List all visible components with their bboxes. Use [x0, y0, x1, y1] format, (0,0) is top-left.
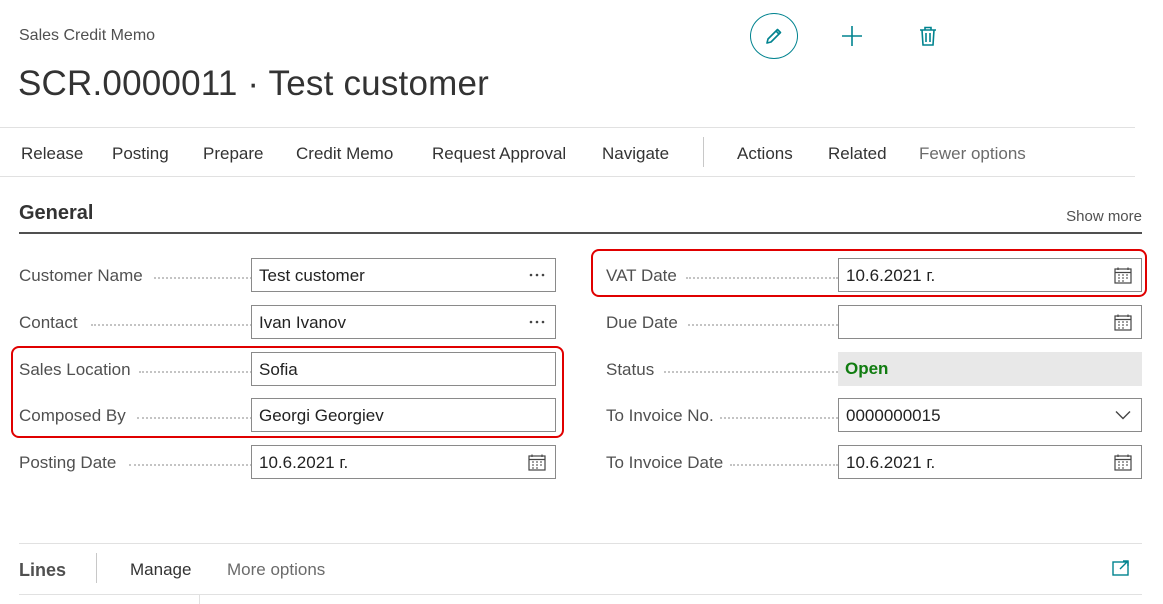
page-caption: Sales Credit Memo: [19, 27, 156, 44]
lines-toolbar-divider: [96, 553, 97, 583]
vat-date-label: VAT Date: [606, 266, 677, 285]
due-date-field: Due Date: [606, 305, 1142, 339]
leader-dots: [686, 277, 838, 279]
credit-memo-menu[interactable]: Credit Memo: [296, 144, 393, 164]
to-invoice-date-label: To Invoice Date: [606, 453, 724, 472]
posting-menu[interactable]: Posting: [112, 144, 169, 164]
sales-location-value: Sofia: [259, 360, 298, 379]
calendar-icon: [1114, 454, 1132, 471]
lines-section-title: Lines: [19, 560, 67, 580]
customer-name-field: Customer Name Test customer: [19, 258, 556, 292]
request-approval-menu[interactable]: Request Approval: [432, 144, 566, 164]
prepare-menu[interactable]: Prepare: [203, 144, 263, 164]
calendar-icon: [1114, 267, 1132, 284]
sales-location-field: Sales Location Sofia: [19, 352, 556, 386]
ellipsis-icon: [529, 320, 545, 324]
date-picker-button[interactable]: [1113, 265, 1133, 285]
vat-date-input[interactable]: 10.6.2021 г.: [838, 258, 1142, 292]
ellipsis-lookup-button[interactable]: [527, 265, 547, 285]
posting-date-input[interactable]: 10.6.2021 г.: [251, 445, 556, 479]
pencil-icon: [766, 28, 782, 44]
to-invoice-no-select[interactable]: 0000000015: [838, 398, 1142, 432]
manage-menu[interactable]: Manage: [130, 560, 191, 580]
ellipsis-icon: [529, 273, 545, 277]
status-value: Open: [845, 359, 889, 378]
due-date-input[interactable]: [838, 305, 1142, 339]
contact-label: Contact: [19, 313, 78, 332]
posting-date-label: Posting Date: [19, 453, 117, 472]
actions-menu[interactable]: Actions: [737, 144, 793, 164]
posting-date-value: 10.6.2021 г.: [259, 453, 349, 472]
lines-grid-top-border: [19, 594, 1142, 595]
contact-value: Ivan Ivanov: [259, 313, 346, 332]
trash-icon: [920, 26, 936, 46]
ellipsis-lookup-button[interactable]: [527, 312, 547, 332]
posting-date-field: Posting Date 10.6.2021 г.: [19, 445, 556, 479]
chevron-down-icon: [1115, 411, 1131, 420]
navigate-menu[interactable]: Navigate: [602, 144, 669, 164]
customer-name-label: Customer Name: [19, 266, 143, 285]
leader-dots: [730, 464, 838, 466]
plus-icon: [842, 26, 862, 46]
sales-credit-memo-page: Sales Credit Memo SCR.0000011 · Test cus…: [0, 0, 1163, 604]
action-bar-divider: [703, 137, 704, 167]
to-invoice-no-field: To Invoice No. 0000000015: [606, 398, 1142, 432]
new-button[interactable]: [828, 13, 876, 59]
lines-divider: [19, 543, 1142, 544]
date-picker-button[interactable]: [527, 452, 547, 472]
leader-dots: [688, 324, 838, 326]
contact-input[interactable]: Ivan Ivanov: [251, 305, 556, 339]
to-invoice-date-value: 10.6.2021 г.: [846, 453, 936, 472]
due-date-label: Due Date: [606, 313, 678, 332]
page-title: SCR.0000011 · Test customer: [18, 64, 489, 103]
vat-date-field: VAT Date 10.6.2021 г.: [606, 258, 1142, 292]
vat-date-value: 10.6.2021 г.: [846, 266, 936, 285]
leader-dots: [139, 371, 252, 373]
sales-location-label: Sales Location: [19, 360, 131, 379]
to-invoice-no-label: To Invoice No.: [606, 406, 714, 425]
general-section-title: General: [19, 202, 94, 224]
to-invoice-date-field: To Invoice Date 10.6.2021 г.: [606, 445, 1142, 479]
customer-name-value: Test customer: [259, 266, 365, 285]
action-bar: Release Posting Prepare Credit Memo Requ…: [0, 127, 1135, 177]
dropdown-button[interactable]: [1113, 405, 1133, 425]
calendar-icon: [528, 454, 546, 471]
lines-grid-column-divider: [199, 595, 200, 604]
leader-dots: [91, 324, 252, 326]
fewer-options-link[interactable]: Fewer options: [919, 144, 1026, 164]
release-menu[interactable]: Release: [21, 144, 83, 164]
composed-by-input[interactable]: Georgi Georgiev: [251, 398, 556, 432]
status-label: Status: [606, 360, 655, 379]
date-picker-button[interactable]: [1113, 312, 1133, 332]
related-menu[interactable]: Related: [828, 144, 887, 164]
to-invoice-no-value: 0000000015: [846, 406, 941, 425]
sales-location-input[interactable]: Sofia: [251, 352, 556, 386]
more-options-link[interactable]: More options: [227, 560, 325, 580]
composed-by-label: Composed By: [19, 406, 126, 425]
leader-dots: [154, 277, 252, 279]
contact-field: Contact Ivan Ivanov: [19, 305, 556, 339]
status-field: Status Open: [606, 352, 1142, 386]
leader-dots: [664, 371, 838, 373]
edit-button[interactable]: [750, 13, 798, 59]
calendar-icon: [1114, 314, 1132, 331]
expand-icon: [1112, 560, 1129, 576]
customer-name-input[interactable]: Test customer: [251, 258, 556, 292]
leader-dots: [137, 417, 252, 419]
leader-dots: [129, 464, 252, 466]
leader-dots: [720, 417, 838, 419]
section-divider: [19, 232, 1142, 234]
delete-button[interactable]: [904, 13, 952, 59]
composed-by-value: Georgi Georgiev: [259, 406, 384, 425]
expand-button[interactable]: [1111, 558, 1133, 580]
show-more-link[interactable]: Show more: [1066, 208, 1142, 225]
date-picker-button[interactable]: [1113, 452, 1133, 472]
composed-by-field: Composed By Georgi Georgiev: [19, 398, 556, 432]
status-value-box: Open: [838, 352, 1142, 386]
to-invoice-date-input[interactable]: 10.6.2021 г.: [838, 445, 1142, 479]
